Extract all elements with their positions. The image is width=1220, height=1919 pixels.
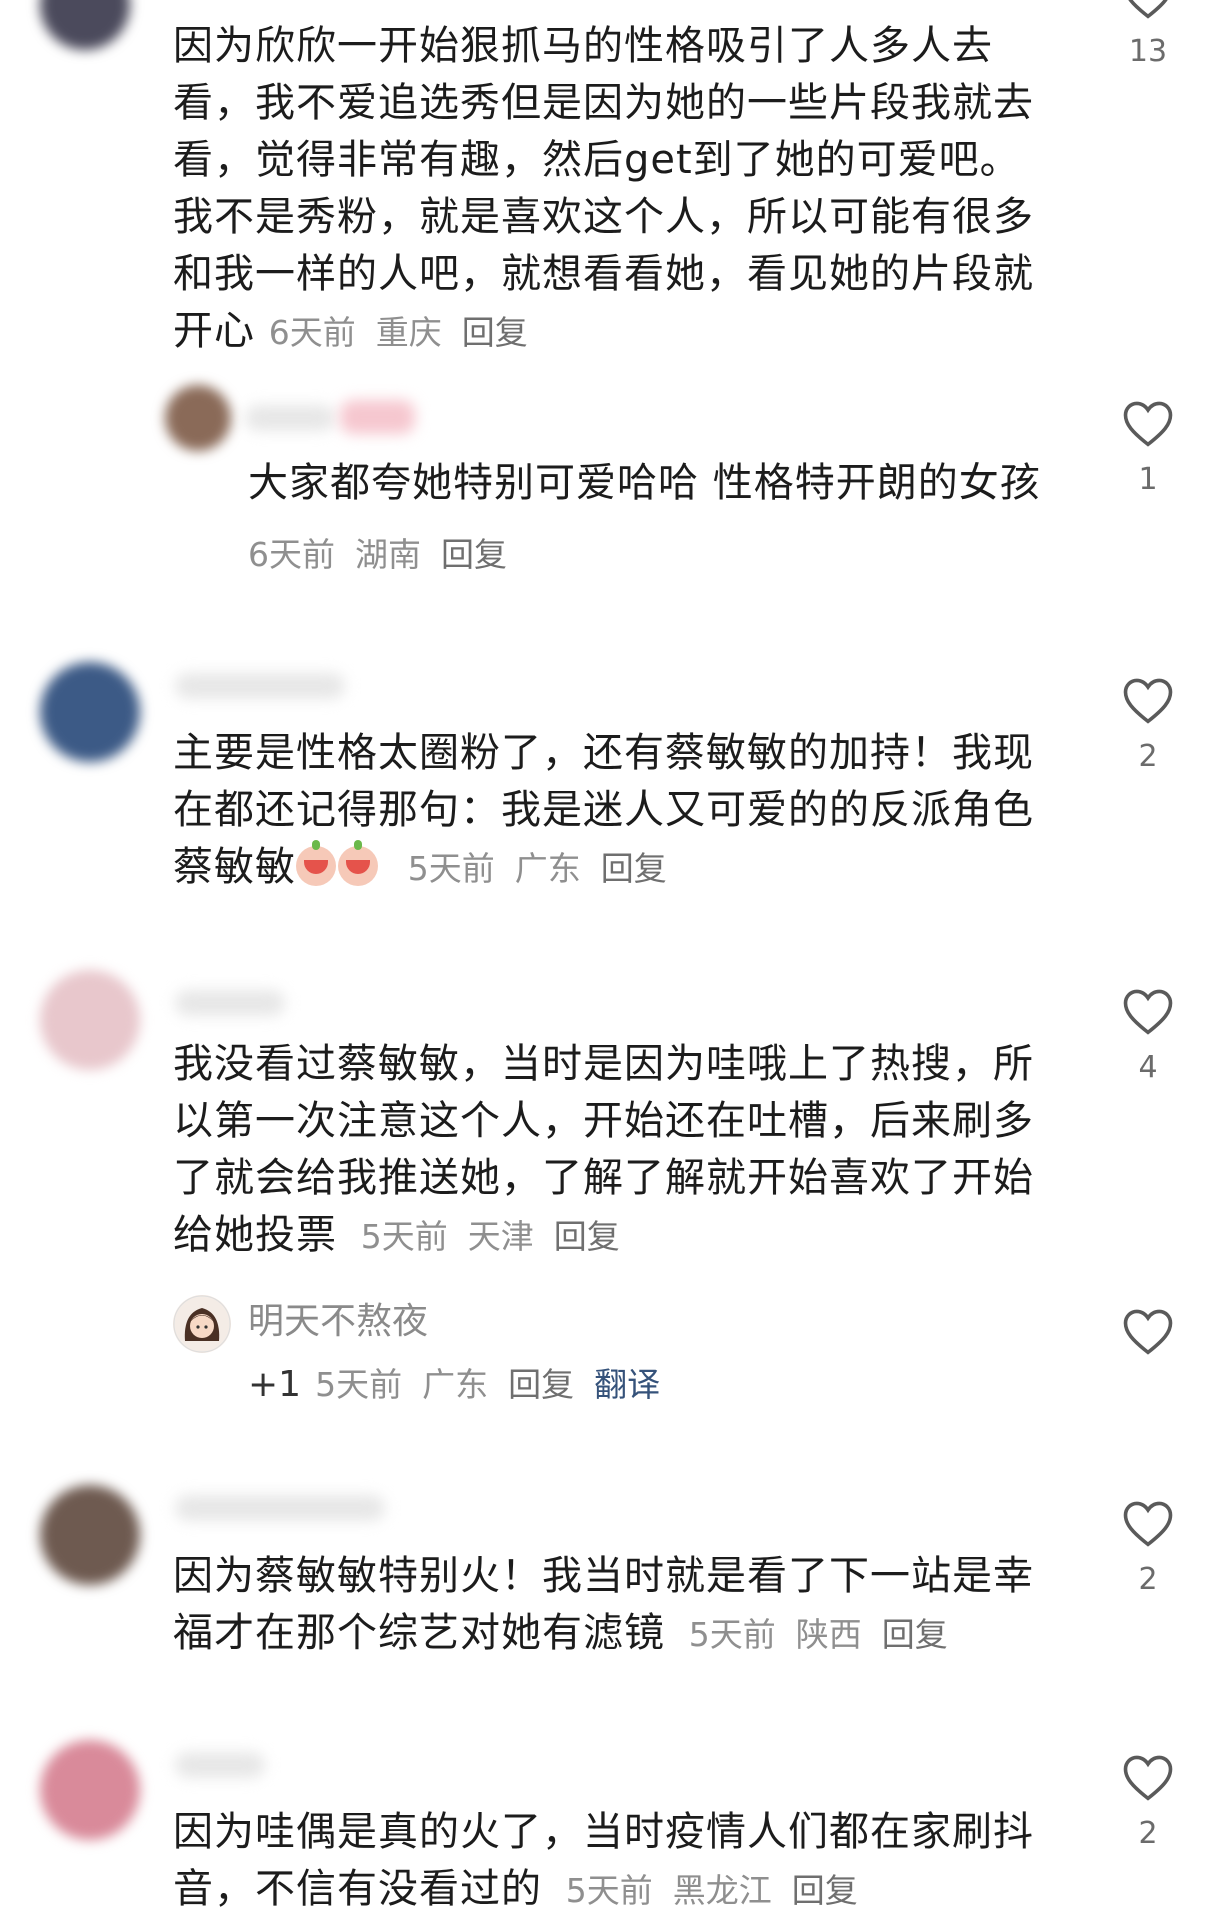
comment-location: 湖南 [355,535,421,574]
translate-button[interactable]: 翻译 [594,1365,660,1404]
author-badge-blurred [340,400,415,434]
comment-time: 5天前 [565,1871,653,1910]
comment-text: 大家都夸她特别可爱哈哈 性格特开朗的女孩 [248,460,1041,506]
reply-button[interactable]: 回复 [601,849,667,888]
like-count: 4 [1138,1050,1158,1085]
comment-text: 因为欣欣一开始狠抓马的性格吸引了人多人去 看，我不爱追选秀但是因为她的一些片段我… [173,23,1034,354]
like-button[interactable]: 4 [1108,986,1188,1085]
heart-outline-icon [1123,678,1173,724]
username-blurred[interactable] [175,1495,385,1521]
comment-meta: 5天前 广东 回复 [408,849,687,888]
comment-time: 5天前 [315,1365,403,1404]
crying-face-emoji [338,840,378,886]
username-blurred[interactable] [175,673,345,699]
comment-meta: 6天前 重庆 回复 [269,313,548,352]
comment-location: 天津 [467,1217,534,1256]
reply-button[interactable]: 回复 [462,313,528,352]
heart-outline-icon [1128,0,1168,19]
comment-time: 5天前 [407,849,495,888]
like-button[interactable]: 2 [1108,1498,1188,1597]
like-count: 2 [1138,1816,1158,1851]
avatar[interactable] [40,0,130,50]
comment-text: 主要是性格太圈粉了，还有蔡敏敏的加持！我现 在都还记得那句：我是迷人又可爱的的反… [173,730,1034,890]
comment-meta: +1 5天前 广东 回复 翻译 [248,1358,680,1406]
avatar[interactable] [40,662,140,762]
like-button[interactable]: 1 [1108,398,1188,497]
comment-text: 因为哇偶是真的火了，当时疫情人们都在家刷抖 音，不信有没看过的 5天前 黑龙江 回复 [173,1809,1034,1912]
like-button[interactable]: 2 [1108,675,1188,774]
comment-text: +1 [248,1364,302,1405]
username[interactable]: 明天不熬夜 [248,1292,428,1344]
avatar[interactable] [173,1295,231,1353]
like-button[interactable]: 13 [1108,0,1188,69]
comment-meta: 5天前 天津 回复 [361,1217,640,1256]
heart-outline-icon [1123,1309,1173,1355]
reply-button[interactable]: 回复 [554,1217,620,1256]
reply-button[interactable]: 回复 [441,535,507,574]
crying-face-emoji [296,840,336,886]
like-count: 2 [1138,1562,1158,1597]
comment-meta: 5天前 黑龙江 回复 [566,1871,878,1910]
avatar[interactable] [165,385,231,451]
username-blurred[interactable] [175,1752,265,1778]
heart-outline-icon [1123,401,1173,447]
like-button[interactable] [1108,1306,1188,1356]
comment-time: 6天前 [248,535,335,574]
avatar[interactable] [40,1485,140,1585]
like-button[interactable]: 2 [1108,1752,1188,1851]
reply-button[interactable]: 回复 [508,1365,574,1404]
reply-button[interactable]: 回复 [882,1615,948,1654]
comment-meta: 6天前 湖南 回复 [248,528,527,576]
comment-location: 重庆 [375,313,442,352]
avatar[interactable] [40,970,140,1070]
comment-meta: 5天前 陕西 回复 [689,1615,968,1654]
girl-avatar-icon [173,1295,231,1353]
username-blurred[interactable] [245,405,335,431]
like-count: 2 [1138,739,1158,774]
heart-outline-icon [1123,1755,1173,1801]
like-count: 1 [1138,462,1158,497]
comment-time: 5天前 [688,1615,776,1654]
comment-location: 陕西 [795,1615,862,1654]
reply-button[interactable]: 回复 [792,1871,858,1910]
comment-location: 黑龙江 [672,1871,772,1910]
comment-time: 6天前 [268,313,356,352]
comment-time: 5天前 [360,1217,448,1256]
comment-text: 我没看过蔡敏敏，当时是因为哇哦上了热搜，所 以第一次注意这个人，开始还在吐槽，后… [173,1041,1034,1258]
comment-text: 因为蔡敏敏特别火！我当时就是看了下一站是幸 福才在那个综艺对她有滤镜 5天前 陕西… [173,1553,1034,1656]
like-count: 13 [1128,34,1168,69]
comment-location: 广东 [422,1365,489,1404]
heart-outline-icon [1123,989,1173,1035]
avatar[interactable] [40,1740,140,1840]
comment-location: 广东 [514,849,581,888]
heart-outline-icon [1123,1501,1173,1547]
username-blurred[interactable] [175,990,285,1016]
